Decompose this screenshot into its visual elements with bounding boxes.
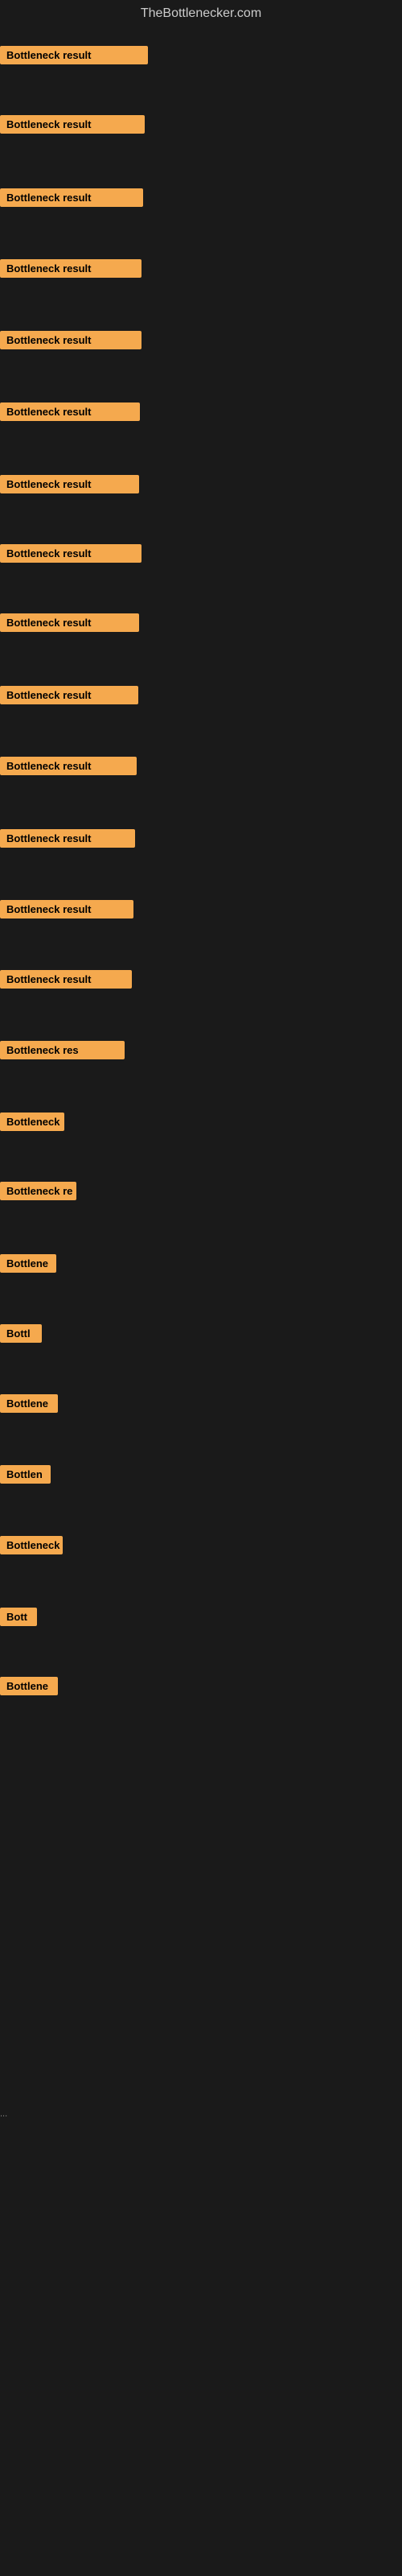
bottleneck-result-item[interactable]: Bottleneck res xyxy=(0,1041,125,1059)
bottleneck-result-item[interactable]: Bottleneck xyxy=(0,1536,63,1554)
bottleneck-result-item[interactable]: Bottleneck result xyxy=(0,900,133,919)
bottleneck-result-item[interactable]: Bottlene xyxy=(0,1677,58,1695)
ellipsis-marker: ... xyxy=(0,2109,7,2119)
bottleneck-result-item[interactable]: Bottleneck result xyxy=(0,115,145,134)
bottleneck-result-item[interactable]: Bottleneck result xyxy=(0,829,135,848)
bottleneck-result-item[interactable]: Bottleneck result xyxy=(0,331,142,349)
bottleneck-result-item[interactable]: Bottleneck result xyxy=(0,259,142,278)
bottleneck-result-item[interactable]: Bottleneck result xyxy=(0,188,143,207)
bottleneck-result-item[interactable]: Bottleneck result xyxy=(0,757,137,775)
bottleneck-result-item[interactable]: Bottlen xyxy=(0,1465,51,1484)
bottleneck-result-item[interactable]: Bottlene xyxy=(0,1394,58,1413)
bottleneck-result-item[interactable]: Bottleneck result xyxy=(0,613,139,632)
bottleneck-result-item[interactable]: Bottleneck result xyxy=(0,686,138,704)
bottleneck-result-item[interactable]: Bottl xyxy=(0,1324,42,1343)
bottleneck-result-item[interactable]: Bottleneck result xyxy=(0,475,139,493)
site-title: TheBottlenecker.com xyxy=(0,0,402,27)
bottleneck-result-item[interactable]: Bottleneck xyxy=(0,1113,64,1131)
bottleneck-result-item[interactable]: Bottlene xyxy=(0,1254,56,1273)
bottleneck-result-item[interactable]: Bottleneck result xyxy=(0,970,132,989)
bottleneck-result-item[interactable]: Bottleneck result xyxy=(0,544,142,563)
bottleneck-result-item[interactable]: Bottleneck result xyxy=(0,46,148,64)
bottleneck-result-item[interactable]: Bottleneck result xyxy=(0,402,140,421)
bottleneck-result-item[interactable]: Bottleneck re xyxy=(0,1182,76,1200)
bottleneck-result-item[interactable]: Bott xyxy=(0,1608,37,1626)
